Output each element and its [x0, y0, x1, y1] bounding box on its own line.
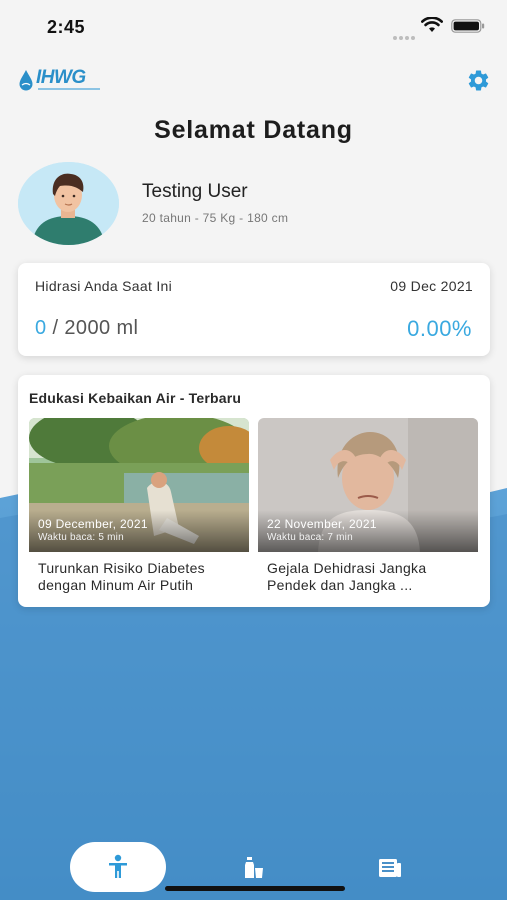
wifi-icon	[421, 17, 443, 32]
water-drop-icon	[19, 70, 33, 91]
article-title: Gejala Dehidrasi Jangka Pendek dan Jangk…	[267, 560, 427, 593]
logo-tagline	[38, 88, 100, 90]
hydration-amount: 0 / 2000 ml	[35, 317, 138, 340]
battery-icon	[451, 19, 485, 33]
nav-home-tab[interactable]	[70, 842, 166, 892]
article-card[interactable]: 22 November, 2021 Waktu baca: 7 min Geja…	[258, 418, 478, 597]
newspaper-icon	[379, 859, 401, 877]
status-time: 2:45	[47, 17, 86, 37]
avatar[interactable]	[18, 162, 119, 245]
hydration-label: Hidrasi Anda Saat Ini	[35, 278, 173, 294]
article-title: Turunkan Risiko Diabetes dengan Minum Ai…	[38, 560, 205, 593]
logo-text: IHWG	[36, 67, 86, 88]
education-card: Edukasi Kebaikan Air - Terbaru 09 Decemb…	[18, 375, 490, 607]
hydration-percent: 0.00%	[407, 316, 472, 341]
ihwg-logo: IHWG	[18, 66, 102, 96]
article-read-time: Waktu baca: 5 min	[38, 532, 124, 543]
nav-articles-tab[interactable]	[368, 852, 412, 884]
nav-hydration-tab[interactable]	[232, 852, 276, 884]
status-bar: 2:45	[0, 0, 507, 52]
hydration-date: 09 Dec 2021	[390, 278, 473, 294]
article-body: Turunkan Risiko Diabetes dengan Minum Ai…	[29, 552, 249, 597]
home-indicator	[165, 886, 345, 891]
user-name: Testing User	[142, 181, 248, 202]
user-meta: 20 tahun - 75 Kg - 180 cm	[142, 211, 289, 225]
article-image: 22 November, 2021 Waktu baca: 7 min	[258, 418, 478, 552]
person-icon	[109, 854, 127, 878]
hydration-target: / 2000 ml	[46, 317, 139, 339]
article-read-time: Waktu baca: 7 min	[267, 532, 353, 543]
article-image: 09 December, 2021 Waktu baca: 5 min	[29, 418, 249, 552]
signal-dots-icon	[393, 27, 417, 45]
bottle-cup-icon	[245, 857, 263, 878]
page-title: Selamat Datang	[154, 116, 353, 144]
article-date: 22 November, 2021	[267, 517, 377, 531]
gear-icon[interactable]	[466, 68, 491, 93]
hydration-card[interactable]: Hidrasi Anda Saat Ini 09 Dec 2021 0 / 20…	[18, 263, 490, 356]
article-date: 09 December, 2021	[38, 517, 148, 531]
article-card[interactable]: 09 December, 2021 Waktu baca: 5 min Turu…	[29, 418, 249, 597]
education-title: Edukasi Kebaikan Air - Terbaru	[29, 390, 242, 406]
article-body: Gejala Dehidrasi Jangka Pendek dan Jangk…	[258, 552, 478, 597]
hydration-current: 0	[35, 317, 47, 339]
